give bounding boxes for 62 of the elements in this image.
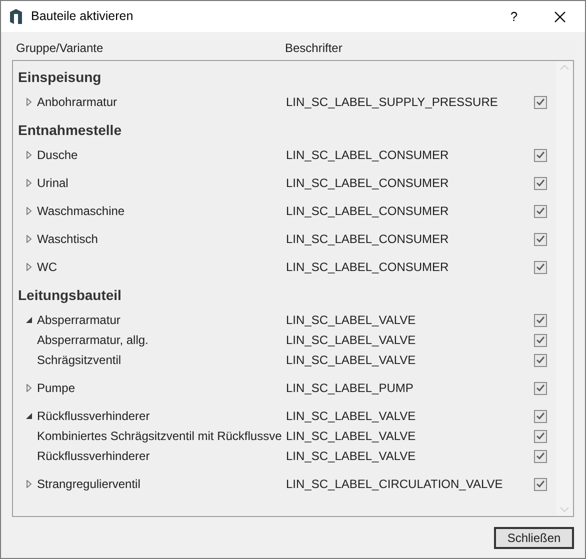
- component-name: Kombiniertes Schrägsitzventil mit Rückflussve: [37, 428, 283, 445]
- collapsed-triangle-icon[interactable]: [26, 384, 32, 392]
- help-button[interactable]: ?: [491, 1, 537, 32]
- checkbox[interactable]: [534, 382, 547, 394]
- label-name: LIN_SC_LABEL_SUPPLY_PRESSURE: [286, 94, 499, 111]
- label-name: LIN_SC_LABEL_VALVE: [286, 428, 417, 445]
- checkbox[interactable]: [534, 450, 547, 462]
- collapsed-triangle-icon[interactable]: [26, 235, 32, 243]
- component-name: Urinal: [37, 175, 70, 192]
- component-name: Rückflussverhinderer: [37, 448, 151, 465]
- label-name: LIN_SC_LABEL_VALVE: [286, 448, 417, 465]
- checkbox[interactable]: [534, 430, 547, 442]
- label-name: LIN_SC_LABEL_CONSUMER: [286, 231, 450, 248]
- collapsed-triangle-icon[interactable]: [26, 207, 32, 215]
- label-name: LIN_SC_LABEL_CONSUMER: [286, 175, 450, 192]
- label-name: LIN_SC_LABEL_VALVE: [286, 352, 417, 369]
- checkbox[interactable]: [534, 148, 547, 162]
- label-name: LIN_SC_LABEL_VALVE: [286, 408, 417, 425]
- component-name: Waschmaschine: [37, 203, 126, 220]
- component-name: Absperrarmatur: [37, 312, 122, 329]
- component-name: WC: [37, 259, 58, 276]
- checkbox[interactable]: [534, 334, 547, 346]
- close-dialog-button[interactable]: Schließen: [494, 527, 574, 549]
- checkbox[interactable]: [534, 314, 547, 326]
- window-title: Bauteile aktivieren: [31, 8, 134, 26]
- collapsed-triangle-icon[interactable]: [26, 179, 32, 187]
- collapsed-triangle-icon[interactable]: [26, 151, 32, 159]
- close-icon[interactable]: [554, 10, 566, 22]
- label-name: LIN_SC_LABEL_VALVE: [286, 332, 417, 349]
- collapsed-triangle-icon[interactable]: [26, 263, 32, 271]
- component-name: Rückflussverhinderer: [37, 408, 151, 425]
- checkbox[interactable]: [534, 204, 547, 218]
- group-heading: Einspeisung: [17, 68, 102, 87]
- component-name: Pumpe: [37, 380, 76, 397]
- label-name: LIN_SC_LABEL_CONSUMER: [286, 147, 450, 164]
- checkbox[interactable]: [534, 478, 547, 490]
- label-name: LIN_SC_LABEL_CONSUMER: [286, 259, 450, 276]
- component-name: Absperrarmatur, allg.: [37, 332, 150, 349]
- label-name: LIN_SC_LABEL_VALVE: [286, 312, 417, 329]
- checkbox[interactable]: [534, 96, 547, 108]
- app-logo-icon: [9, 8, 23, 24]
- expanded-triangle-icon[interactable]: [26, 316, 32, 324]
- group-heading: Entnahmestelle: [17, 120, 122, 140]
- label-name: LIN_SC_LABEL_CIRCULATION_VALVE: [286, 476, 504, 493]
- group-heading: Leitungsbauteil: [17, 286, 122, 305]
- component-name: Schrägsitzventil: [37, 352, 122, 369]
- expanded-triangle-icon[interactable]: [26, 412, 32, 420]
- component-name: Dusche: [37, 147, 79, 164]
- collapsed-triangle-icon[interactable]: [26, 480, 32, 488]
- label-name: LIN_SC_LABEL_PUMP: [286, 380, 414, 397]
- column-header: Beschrifter: [285, 40, 342, 57]
- component-name: Waschtisch: [37, 231, 99, 248]
- collapsed-triangle-icon[interactable]: [26, 98, 32, 106]
- label-name: LIN_SC_LABEL_CONSUMER: [286, 203, 450, 220]
- column-header: Gruppe/Variante: [16, 40, 104, 57]
- checkbox[interactable]: [534, 232, 547, 246]
- checkbox[interactable]: [534, 410, 547, 422]
- component-name: Strangregulierventil: [37, 476, 142, 493]
- checkbox[interactable]: [534, 176, 547, 190]
- component-name: Anbohrarmatur: [37, 94, 118, 111]
- checkbox[interactable]: [534, 260, 547, 274]
- checkbox[interactable]: [534, 354, 547, 366]
